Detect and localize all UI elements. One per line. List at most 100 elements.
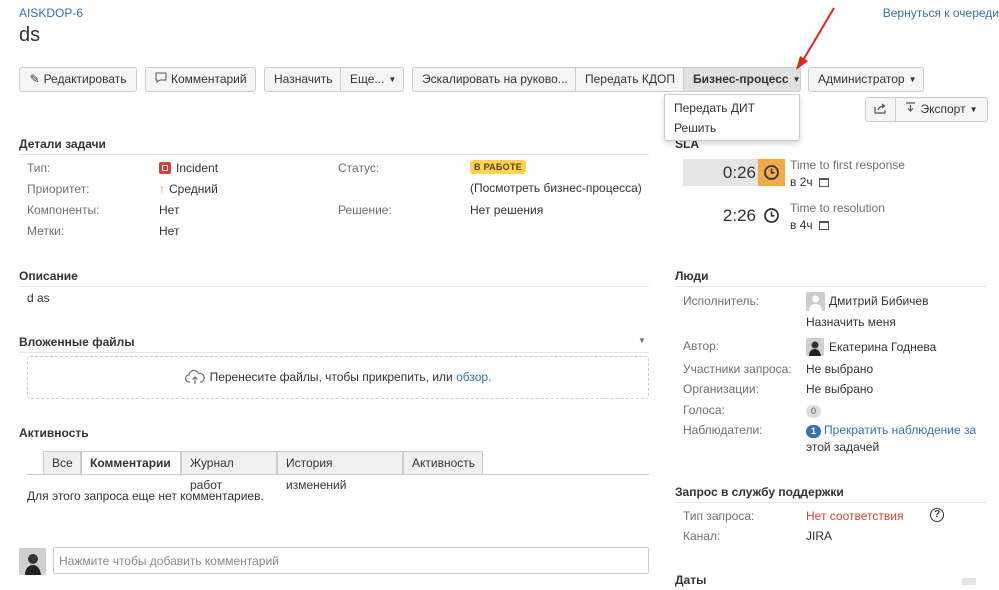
sla-resolution-name: Time to resolution [790, 201, 885, 215]
request-type-value[interactable]: Нет соответствия [806, 509, 903, 523]
business-process-menu: Передать ДИТ Решить [664, 94, 800, 141]
assignee-label: Исполнитель: [683, 294, 760, 308]
caret-down-icon: ▼ [908, 75, 917, 84]
cloud-upload-icon [184, 361, 205, 402]
assignee-name[interactable]: Дмитрий Бибичев [829, 294, 928, 308]
edit-button-label: Редактировать [43, 72, 127, 86]
votes-count-badge: 0 [806, 405, 822, 418]
details-heading: Детали задачи [19, 137, 649, 155]
calendar-icon [818, 178, 829, 187]
description-heading: Описание [19, 269, 649, 287]
stop-watching-link[interactable]: Прекратить наблюдение за [824, 423, 976, 437]
view-business-process-link[interactable]: (Посмотреть бизнес-процесса) [470, 181, 642, 195]
author-avatar [806, 338, 824, 356]
attachments-heading[interactable]: Вложенные файлы [19, 335, 649, 353]
caret-down-icon: ▼ [388, 75, 397, 84]
labels-label: Метки: [27, 224, 65, 238]
sla-first-response-goal-text: в 2ч [790, 175, 813, 189]
menu-item-transfer-dit[interactable]: Передать ДИТ [665, 98, 799, 118]
participants-label: Участники запроса: [683, 362, 792, 376]
participants-value: Не выбрано [806, 362, 874, 376]
share-button[interactable] [865, 97, 896, 122]
sla-first-response-name: Time to first response [790, 158, 905, 172]
business-process-button-label: Бизнес-процесс [693, 72, 789, 86]
issue-key-link[interactable]: AISKDOP-6 [19, 6, 83, 20]
business-process-button[interactable]: Бизнес-процесс ▼ [684, 67, 801, 92]
tab-activity[interactable]: Активность [403, 451, 483, 475]
pencil-icon: ✎ [29, 72, 40, 86]
sla-resolution-time: 2:26 [722, 206, 756, 225]
escalate-button[interactable]: Эскалировать на руково... [412, 67, 576, 92]
type-value: Incident [159, 161, 218, 175]
type-value-text: Incident [176, 161, 219, 175]
edit-button[interactable]: ✎ Редактировать [19, 67, 137, 92]
add-comment-input[interactable] [53, 547, 649, 574]
speech-bubble-icon [155, 68, 167, 91]
sla-first-response-clock-box [758, 159, 785, 186]
annotation-arrow [796, 7, 835, 70]
issue-title: ds [19, 24, 41, 46]
labels-value: Нет [159, 224, 180, 238]
download-icon [905, 98, 916, 121]
watchers-value: 1 Прекратить наблюдение за [806, 423, 976, 438]
watchers-label: Наблюдатели: [683, 423, 763, 437]
more-button[interactable]: Еще... ▼ [341, 67, 404, 92]
priority-value: ↑ Средний [159, 182, 218, 196]
type-label: Тип: [27, 161, 51, 175]
help-icon[interactable]: ? [930, 508, 944, 522]
sla-first-response-goal: в 2ч [790, 175, 829, 189]
return-to-queue-link[interactable]: Вернуться к очереди [883, 6, 999, 20]
incident-icon [159, 162, 171, 174]
tab-history[interactable]: История изменений [277, 451, 403, 492]
export-button[interactable]: Экспорт ▼ [896, 97, 988, 122]
description-text[interactable]: d as [27, 291, 50, 305]
more-button-label: Еще... [350, 72, 385, 86]
assign-to-me-link[interactable]: Назначить меня [806, 315, 896, 329]
author-name[interactable]: Екатерина Годнева [829, 340, 936, 354]
tab-all[interactable]: Все [43, 451, 81, 475]
people-heading: Люди [675, 269, 987, 287]
status-badge: В РАБОТЕ [470, 160, 527, 174]
sla-resolution-goal-text: в 4ч [790, 218, 813, 232]
tab-worklog[interactable]: Журнал работ [181, 451, 277, 492]
admin-button-label: Администратор [818, 72, 905, 86]
export-button-label: Экспорт [920, 102, 966, 116]
organizations-value: Не выбрано [806, 382, 874, 396]
no-comments-text: Для этого запроса еще нет комментариев. [27, 489, 264, 503]
caret-down-icon: ▼ [969, 105, 978, 114]
watchers-count-badge: 1 [806, 425, 822, 438]
status-label: Статус: [338, 161, 380, 175]
votes-value[interactable]: 0 [806, 403, 822, 418]
assign-button[interactable]: Назначить [264, 67, 341, 92]
channel-value: JIRA [806, 529, 833, 543]
comment-button[interactable]: Комментарий [145, 67, 256, 92]
scrollbar[interactable] [962, 578, 976, 585]
organizations-label: Организации: [683, 382, 759, 396]
comment-button-label: Комментарий [171, 72, 247, 86]
request-type-label: Тип запроса: [683, 509, 755, 523]
share-icon [874, 103, 886, 114]
activity-heading: Активность [19, 426, 89, 440]
transfer-kdop-button[interactable]: Передать КДОП [576, 67, 684, 92]
dates-heading: Даты [675, 573, 707, 587]
priority-label: Приоритет: [27, 182, 90, 196]
menu-item-resolve[interactable]: Решить [665, 118, 799, 138]
stop-watching-link-line2[interactable]: этой задачей [806, 440, 879, 454]
resolution-value: Нет решения [470, 203, 544, 217]
sla-resolution-goal: в 4ч [790, 218, 829, 232]
browse-link[interactable]: обзор. [456, 370, 491, 384]
clock-icon [764, 165, 779, 180]
assignee-avatar [806, 292, 825, 311]
resolution-label: Решение: [338, 203, 392, 217]
service-request-heading: Запрос в службу поддержки [675, 485, 987, 503]
attachment-dropzone[interactable]: Перенесите файлы, чтобы прикрепить, или … [27, 356, 649, 399]
components-label: Компоненты: [27, 203, 100, 217]
sla-first-response-time: 0:26 [722, 163, 756, 182]
attachments-options-icon[interactable]: ▼ [638, 336, 646, 345]
dropzone-text: Перенесите файлы, чтобы прикрепить, или [209, 370, 453, 384]
tab-comments[interactable]: Комментарии [81, 451, 181, 476]
tabs-divider [27, 474, 649, 475]
channel-label: Канал: [683, 529, 721, 543]
arrow-up-icon: ↑ [159, 182, 165, 196]
priority-value-text: Средний [169, 182, 218, 196]
